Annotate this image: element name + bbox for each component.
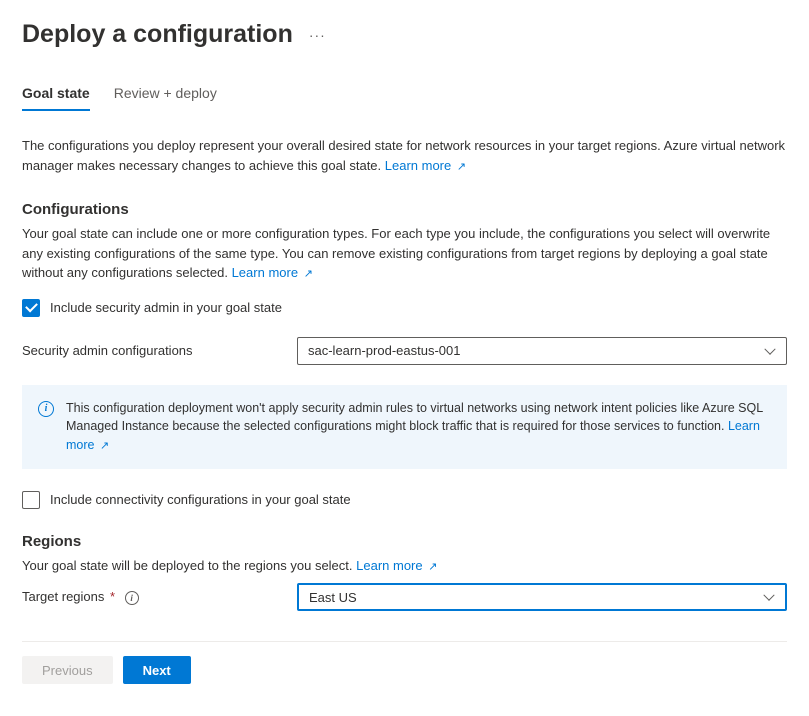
footer: Previous Next	[22, 641, 787, 684]
target-regions-select[interactable]: East US	[297, 583, 787, 611]
include-security-checkbox[interactable]	[22, 299, 40, 317]
external-link-icon: ↗	[100, 440, 109, 452]
configurations-learn-more-link[interactable]: Learn more ↗	[232, 265, 313, 280]
tab-review-deploy[interactable]: Review + deploy	[114, 77, 217, 111]
configurations-heading: Configurations	[22, 201, 787, 218]
include-connectivity-checkbox[interactable]	[22, 491, 40, 509]
previous-button: Previous	[22, 656, 113, 684]
required-indicator: *	[106, 589, 115, 604]
tab-goal-state[interactable]: Goal state	[22, 77, 90, 111]
security-admin-select[interactable]: sac-learn-prod-eastus-001	[297, 337, 787, 365]
target-regions-label: Target regions * i	[22, 589, 297, 605]
security-admin-value: sac-learn-prod-eastus-001	[308, 343, 460, 358]
target-regions-value: East US	[309, 590, 357, 605]
security-admin-label: Security admin configurations	[22, 343, 297, 358]
configurations-desc: Your goal state can include one or more …	[22, 224, 787, 283]
chevron-down-icon	[765, 594, 775, 600]
next-button[interactable]: Next	[123, 656, 191, 684]
chevron-down-icon	[766, 348, 776, 354]
info-icon[interactable]: i	[125, 591, 139, 605]
info-icon: i	[38, 401, 54, 417]
regions-heading: Regions	[22, 533, 787, 550]
external-link-icon: ↗	[304, 268, 313, 280]
tabs: Goal state Review + deploy	[22, 77, 787, 112]
intro-learn-more-link[interactable]: Learn more ↗	[385, 158, 466, 173]
regions-learn-more-link[interactable]: Learn more ↗	[356, 558, 437, 573]
more-icon[interactable]: ···	[309, 27, 326, 43]
include-security-label: Include security admin in your goal stat…	[50, 300, 282, 315]
include-connectivity-label: Include connectivity configurations in y…	[50, 492, 351, 507]
intro-text: The configurations you deploy represent …	[22, 136, 787, 175]
info-box: i This configuration deployment won't ap…	[22, 385, 787, 469]
info-box-text: This configuration deployment won't appl…	[66, 401, 763, 434]
external-link-icon: ↗	[457, 161, 466, 173]
regions-desc: Your goal state will be deployed to the …	[22, 556, 787, 576]
page-title: Deploy a configuration	[22, 20, 293, 49]
external-link-icon: ↗	[428, 561, 437, 573]
